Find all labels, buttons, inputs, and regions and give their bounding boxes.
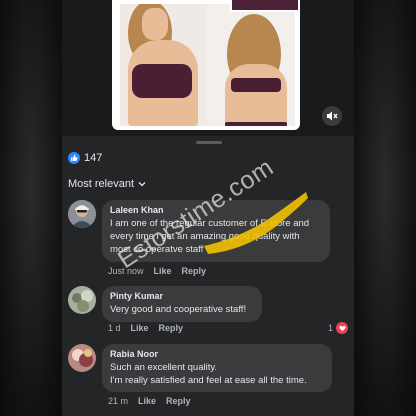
sort-label: Most relevant — [68, 178, 135, 190]
comment-actions: 1 d Like Reply — [108, 323, 183, 333]
thumbs-up-icon — [68, 152, 80, 164]
chevron-down-icon — [138, 182, 146, 187]
comment-actions: Just now Like Reply — [108, 266, 206, 276]
reaction-summary[interactable]: 147 — [68, 152, 102, 164]
reply-button[interactable]: Reply — [159, 323, 184, 333]
comment-reaction-count: 1 — [327, 323, 333, 333]
comment-time[interactable]: 1 d — [108, 323, 121, 333]
product-photo-front — [120, 4, 208, 126]
post-media[interactable] — [62, 0, 354, 136]
like-button[interactable]: Like — [138, 396, 156, 406]
avatar[interactable] — [68, 200, 96, 228]
comment-reaction-summary[interactable]: 1 — [328, 322, 348, 334]
background-right — [354, 0, 416, 416]
avatar[interactable] — [68, 344, 96, 372]
comment-time[interactable]: 21 m — [108, 396, 128, 406]
comment-actions: 21 m Like Reply — [108, 396, 191, 406]
highlight-brush-stroke — [204, 192, 308, 254]
comment-time[interactable]: Just now — [108, 266, 144, 276]
reply-button[interactable]: Reply — [166, 396, 191, 406]
product-photo-card[interactable] — [112, 0, 300, 130]
speaker-muted-icon — [327, 111, 338, 121]
background-left — [0, 0, 62, 416]
sort-dropdown[interactable]: Most relevant — [68, 178, 146, 190]
avatar[interactable] — [68, 286, 96, 314]
product-photo-thumbnail[interactable] — [230, 0, 300, 12]
sheet-drag-handle[interactable] — [196, 141, 222, 144]
comment-text: Such an excellent quality. I'm really sa… — [110, 362, 307, 386]
comment-bubble[interactable]: Pinty Kumar Very good and cooperative st… — [102, 286, 262, 322]
product-photo-back — [207, 4, 295, 126]
like-button[interactable]: Like — [154, 266, 172, 276]
like-button[interactable]: Like — [131, 323, 149, 333]
heart-icon — [336, 322, 348, 334]
commenter-name[interactable]: Pinty Kumar — [110, 291, 254, 301]
mute-button[interactable] — [322, 106, 342, 126]
reply-button[interactable]: Reply — [182, 266, 207, 276]
commenter-name[interactable]: Rabia Noor — [110, 349, 324, 359]
comments-sheet: 147 Most relevant Laleen Khan I am one o… — [62, 136, 354, 416]
comment-bubble[interactable]: Rabia Noor Such an excellent quality. I'… — [102, 344, 332, 392]
comment-text: Very good and cooperative staff! — [110, 304, 247, 315]
reaction-count: 147 — [84, 152, 103, 164]
